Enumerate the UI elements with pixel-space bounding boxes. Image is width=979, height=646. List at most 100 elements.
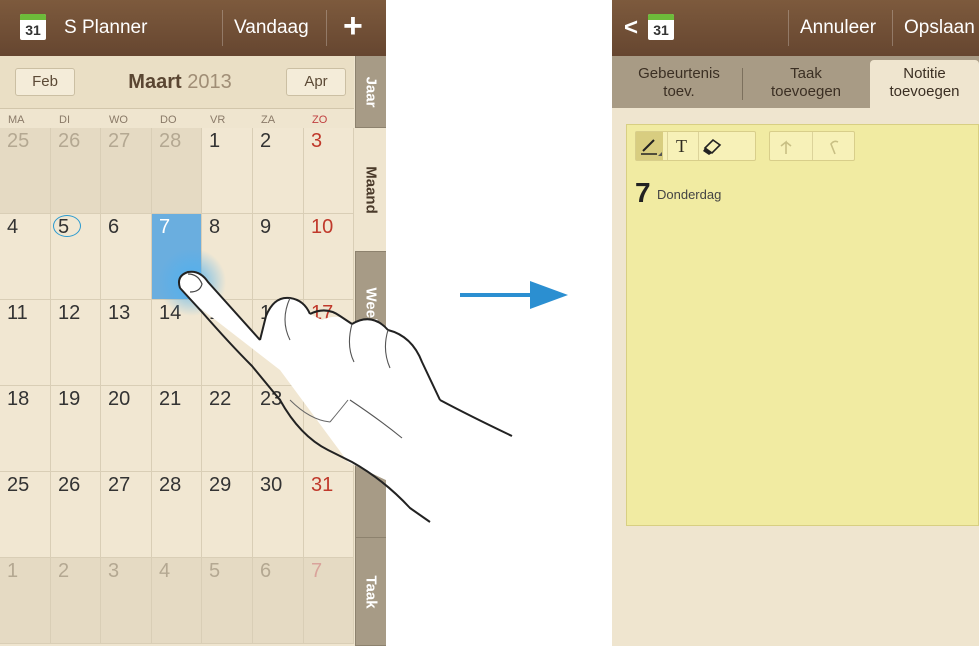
day-cell[interactable]: 5: [51, 214, 101, 300]
tab-label: Notitie: [903, 65, 946, 82]
calendar-app-icon[interactable]: 31: [20, 14, 46, 40]
history-toolbar: [769, 131, 855, 161]
divider: [788, 10, 789, 46]
text-tool-icon[interactable]: T: [667, 132, 695, 160]
day-cell[interactable]: 4: [0, 214, 51, 300]
divider: [326, 10, 327, 46]
add-icon[interactable]: +: [343, 6, 363, 46]
day-number: 13: [108, 302, 131, 324]
note-pad[interactable]: T 7 Donderdag: [626, 124, 979, 526]
tab-label: toevoegen: [889, 83, 960, 100]
day-cell[interactable]: 4: [152, 558, 202, 644]
day-cell[interactable]: 7: [304, 558, 354, 644]
day-cell[interactable]: 27: [101, 128, 152, 214]
day-cell[interactable]: 11: [0, 300, 51, 386]
next-month-button[interactable]: Apr: [286, 68, 346, 96]
add-note-screen: < 31 Annuleer Opslaan Gebeurtenis toev. …: [612, 0, 979, 646]
tapping-hand-icon: [158, 250, 513, 523]
day-number: 6: [260, 560, 272, 582]
day-cell[interactable]: 12: [51, 300, 101, 386]
day-number: 3: [311, 130, 323, 152]
day-cell[interactable]: 3: [101, 558, 152, 644]
tab-month[interactable]: Maand: [355, 128, 386, 252]
day-number: 20: [108, 388, 131, 410]
day-cell[interactable]: 2: [51, 558, 101, 644]
day-cell[interactable]: 28: [152, 128, 202, 214]
tab-label: Taak: [362, 574, 380, 609]
month-title: Maart 2013: [105, 68, 255, 96]
day-number: 25: [7, 474, 30, 496]
day-number: 26: [58, 474, 81, 496]
day-number: 11: [7, 302, 28, 324]
day-cell[interactable]: 25: [0, 472, 51, 558]
back-icon[interactable]: <: [624, 0, 638, 56]
event-marker-circle: [53, 215, 81, 237]
note-date-number: 7: [635, 177, 651, 208]
day-number: 26: [58, 130, 81, 152]
tab-label: Maand: [362, 165, 379, 214]
tab-add-note[interactable]: Notitie toevoegen: [870, 60, 979, 108]
weekday-label: ZO: [312, 114, 328, 126]
tab-task[interactable]: Taak: [355, 538, 386, 646]
day-number: 10: [311, 216, 334, 238]
day-cell[interactable]: 18: [0, 386, 51, 472]
day-number: 2: [58, 560, 70, 582]
day-number: 18: [7, 388, 30, 410]
divider: [222, 10, 223, 46]
calendar-app-icon: 31: [648, 14, 674, 40]
tab-add-task[interactable]: Taak toevoegen: [743, 60, 869, 108]
tab-label: Gebeurtenis: [638, 65, 720, 82]
save-button[interactable]: Opslaan: [904, 0, 975, 56]
weekday-label: WO: [109, 114, 128, 126]
day-cell[interactable]: 26: [51, 128, 101, 214]
weekday-label: VR: [210, 114, 226, 126]
tab-year[interactable]: Jaar: [355, 56, 386, 128]
day-cell[interactable]: 6: [253, 558, 304, 644]
day-number: 7: [311, 560, 323, 582]
day-number: 27: [108, 130, 131, 152]
divider: [892, 10, 893, 46]
undo-icon[interactable]: [770, 132, 811, 160]
month-year: 2013: [187, 71, 232, 93]
app-bar: 31 S Planner Vandaag +: [0, 0, 386, 56]
day-cell[interactable]: 1: [0, 558, 51, 644]
day-number: 4: [159, 560, 171, 582]
day-cell[interactable]: 3: [304, 128, 354, 214]
today-button[interactable]: Vandaag: [234, 0, 309, 56]
weekday-label: MA: [8, 114, 25, 126]
weekday-label: ZA: [261, 114, 276, 126]
prev-month-button[interactable]: Feb: [15, 68, 75, 96]
day-number: 28: [159, 130, 182, 152]
day-cell[interactable]: 25: [0, 128, 51, 214]
tab-label: Jaar: [362, 76, 380, 107]
app-bar: < 31 Annuleer Opslaan: [612, 0, 979, 56]
day-number: 27: [108, 474, 131, 496]
day-number: 1: [209, 130, 221, 152]
day-number: 7: [159, 216, 171, 238]
redo-icon[interactable]: [812, 132, 854, 160]
add-type-tabs: Gebeurtenis toev. Taak toevoegen Notitie…: [612, 56, 979, 108]
day-number: 5: [209, 560, 221, 582]
day-cell[interactable]: 19: [51, 386, 101, 472]
day-cell[interactable]: 26: [51, 472, 101, 558]
day-cell[interactable]: 2: [253, 128, 304, 214]
eraser-tool-icon[interactable]: [698, 132, 726, 160]
cancel-button[interactable]: Annuleer: [800, 0, 876, 56]
day-number: 3: [108, 560, 120, 582]
drawing-toolbar: T: [635, 131, 756, 161]
pen-tool-icon[interactable]: [636, 132, 663, 160]
day-number: 1: [7, 560, 19, 582]
month-name: Maart: [128, 71, 182, 93]
tab-label: toev.: [663, 83, 695, 100]
weekday-label: DO: [160, 114, 177, 126]
tab-add-event[interactable]: Gebeurtenis toev.: [616, 60, 742, 108]
calendar-icon-day: 31: [653, 22, 669, 38]
day-number: 25: [7, 130, 30, 152]
app-title: S Planner: [64, 17, 148, 38]
tab-label: Taak: [790, 65, 822, 82]
day-number: 6: [108, 216, 120, 238]
day-cell[interactable]: 5: [202, 558, 253, 644]
day-number: 9: [260, 216, 272, 238]
note-date-weekday: Donderdag: [657, 187, 722, 202]
day-cell[interactable]: 1: [202, 128, 253, 214]
